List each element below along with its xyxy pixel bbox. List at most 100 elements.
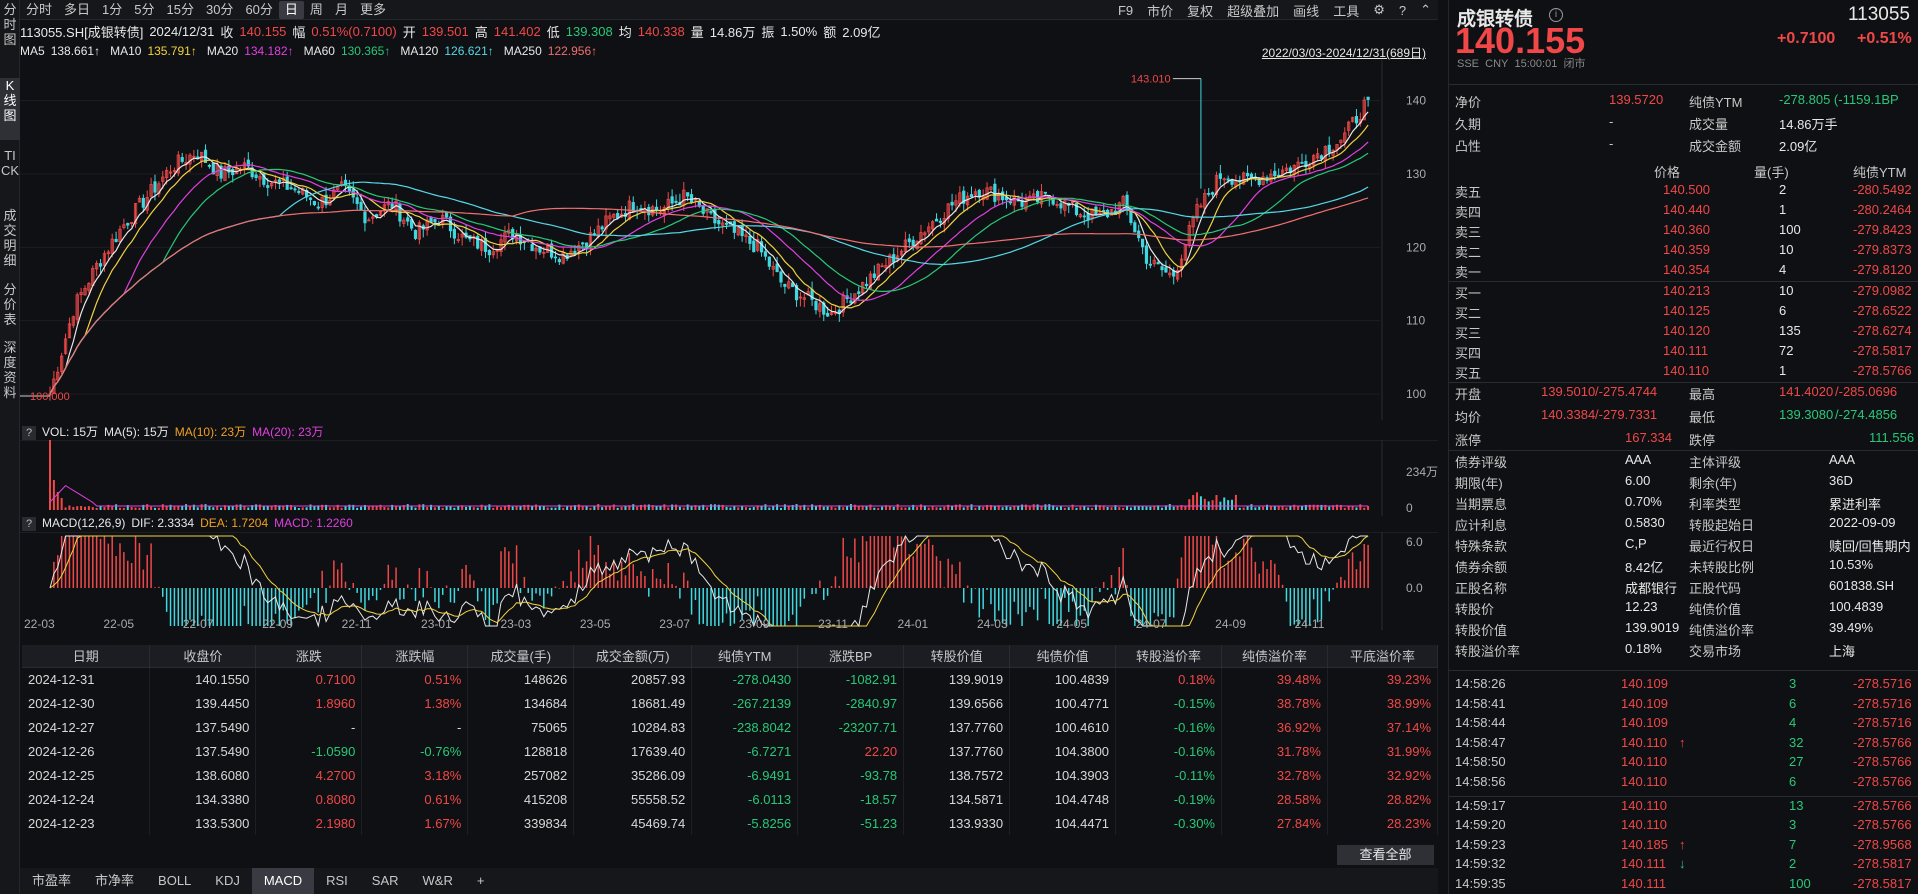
rp-row: 卖一 140.354 4 -279.8120 — [1449, 262, 1918, 282]
column-header[interactable]: 平底溢价率 — [1327, 645, 1439, 668]
indicator-tab-0[interactable]: 市盈率 — [20, 868, 83, 894]
divider — [1449, 84, 1918, 85]
collapse-icon[interactable]: ⌃ — [1413, 2, 1438, 18]
volume-bar — [146, 504, 149, 510]
column-header[interactable]: 日期 — [22, 645, 151, 668]
left-tab-5[interactable]: 深度资料 — [0, 340, 20, 412]
macd-chart[interactable]: 6.0 0.0 22-03 22-05 22-07 22-09 22-11 23-01 23-0… — [20, 532, 1438, 630]
tick-price: 140.111 — [1621, 876, 1667, 891]
ma-legend-item: MA120 126.621↑ — [400, 44, 497, 58]
column-header[interactable]: 转股溢价率 — [1115, 645, 1222, 668]
candle-body — [297, 190, 301, 193]
macd-dif: DIF: 2.3334 — [131, 516, 195, 530]
left-tab-2[interactable]: TICK — [0, 148, 20, 202]
kline-chart[interactable]: 140 130 120 110 100 143.010 100.000 — [20, 60, 1438, 420]
period-tab-0[interactable]: 分时 — [20, 1, 58, 19]
x-tick-label: 23-03 — [500, 617, 531, 630]
date-range-link[interactable]: 2022/03/03-2024/12/31(689日) — [1262, 44, 1426, 61]
indicator-tab-6[interactable]: SAR — [360, 868, 411, 894]
volume-bar — [1161, 507, 1164, 510]
table-row[interactable]: 2024-12-30 139.4450 1.8960 1.38% 134684 18681… — [22, 691, 1439, 715]
table-row[interactable]: 2024-12-25 138.6080 4.2700 3.18% 257082 35286… — [22, 763, 1439, 787]
period-tab-7[interactable]: 日 — [278, 0, 304, 19]
volume-bar — [799, 505, 802, 510]
tool-button-1[interactable]: 市价 — [1140, 1, 1180, 20]
candle-body — [266, 185, 270, 188]
volume-bar — [247, 507, 250, 510]
bid-volume: 6 — [1779, 303, 1787, 318]
avg-label: 均 — [618, 24, 632, 40]
period-tab-2[interactable]: 1分 — [96, 1, 128, 19]
column-header[interactable]: 转股价值 — [903, 645, 1011, 668]
table-row[interactable]: 2024-12-27 137.5490- -75065 10284.83 -238.80… — [22, 715, 1439, 739]
tool-button-4[interactable]: 画线 — [1286, 1, 1326, 20]
indicator-tab-4[interactable]: MACD — [251, 868, 315, 894]
tick-ytm: -278.5817 — [1853, 876, 1912, 891]
volume-bar — [993, 506, 996, 510]
help-icon[interactable]: ? — [22, 426, 36, 440]
indicator-tab-3[interactable]: KDJ — [203, 868, 252, 894]
view-all-button[interactable]: 查看全部 — [1337, 845, 1434, 865]
column-header[interactable]: 纯债价值 — [1009, 645, 1117, 668]
quote-date: 2024/12/31 — [149, 23, 215, 39]
help-icon[interactable]: ? — [1392, 3, 1413, 18]
gear-icon[interactable]: ⚙ — [1366, 2, 1392, 18]
candle-body — [709, 210, 713, 214]
column-header[interactable]: 收盘价 — [149, 645, 257, 668]
table-cell: 3.18% — [361, 763, 469, 787]
period-tab-1[interactable]: 多日 — [58, 1, 96, 19]
tool-button-3[interactable]: 超级叠加 — [1220, 1, 1286, 20]
column-header[interactable]: 纯债溢价率 — [1221, 645, 1328, 668]
indicator-tab-5[interactable]: RSI — [314, 868, 360, 894]
period-tab-5[interactable]: 30分 — [200, 1, 239, 19]
volume-chart[interactable]: 234万 0 — [20, 440, 1438, 516]
column-header[interactable]: 纯债YTM — [691, 645, 799, 668]
column-header[interactable]: 涨跌幅 — [361, 645, 469, 668]
table-row[interactable]: 2024-12-23 133.5300 2.1980 1.67% 339834 45469… — [22, 811, 1439, 835]
volume-label: 量 — [690, 24, 704, 40]
tool-button-2[interactable]: 复权 — [1180, 1, 1220, 20]
table-cell: 100.4610 — [1009, 715, 1117, 739]
indicator-tab-1[interactable]: 市净率 — [83, 868, 146, 894]
left-tab-0[interactable]: 分时图 — [0, 2, 20, 62]
stat-label: 久期 — [1455, 117, 1482, 132]
period-tab-6[interactable]: 60分 — [239, 1, 278, 19]
x-tick-label: 22-09 — [262, 617, 293, 630]
tick-volume: 2 — [1789, 856, 1797, 872]
tool-button-0[interactable]: F9 — [1111, 3, 1140, 18]
volume-bar — [768, 507, 771, 510]
column-header[interactable]: 涨跌 — [255, 645, 363, 668]
column-header[interactable]: 涨跌BP — [797, 645, 905, 668]
period-tab-9[interactable]: 月 — [329, 1, 354, 19]
indicator-tab-2[interactable]: BOLL — [146, 868, 203, 894]
candle-body — [1218, 173, 1222, 179]
column-header[interactable]: 成交量(手) — [467, 645, 575, 668]
volume-bar — [410, 506, 413, 510]
indicator-tab-7[interactable]: W&R — [411, 868, 465, 894]
volume-bar — [690, 506, 693, 510]
info-value: 2022-09-09 — [1829, 515, 1896, 530]
help-icon[interactable]: ? — [22, 517, 36, 531]
candle-body — [977, 189, 981, 198]
table-cell: 139.4450 — [149, 691, 257, 715]
ma-label: MA250 — [503, 44, 542, 58]
table-row[interactable]: 2024-12-31 140.1550 0.7100 0.51% 148626 20857… — [22, 667, 1439, 691]
column-header[interactable]: 成交金额(万) — [573, 645, 693, 668]
table-row[interactable]: 2024-12-26 137.5490 -1.0590 -0.76% 128818 176… — [22, 739, 1439, 763]
tool-button-5[interactable]: 工具 — [1326, 1, 1366, 20]
period-tab-8[interactable]: 周 — [304, 1, 329, 19]
info-label: 转股价值 — [1455, 623, 1508, 638]
left-tab-3[interactable]: 成交明细 — [0, 208, 20, 276]
candle-body — [180, 157, 184, 162]
left-tab-4[interactable]: 分价表 — [0, 282, 20, 334]
info-value: 39.49% — [1829, 620, 1874, 635]
period-tab-3[interactable]: 5分 — [128, 1, 160, 19]
period-tab-4[interactable]: 15分 — [161, 1, 200, 19]
change-label: 幅 — [292, 24, 306, 40]
left-tab-1[interactable]: K线图 — [0, 78, 20, 140]
add-tab-button[interactable]: + — [465, 868, 497, 894]
table-row[interactable]: 2024-12-24 134.3380 0.8080 0.61% 415208 55558… — [22, 787, 1439, 811]
period-tab-10[interactable]: 更多 — [354, 1, 392, 19]
volume-bar — [1009, 507, 1012, 510]
rp-row: 买五 140.110 1 -278.5766 — [1449, 363, 1918, 383]
